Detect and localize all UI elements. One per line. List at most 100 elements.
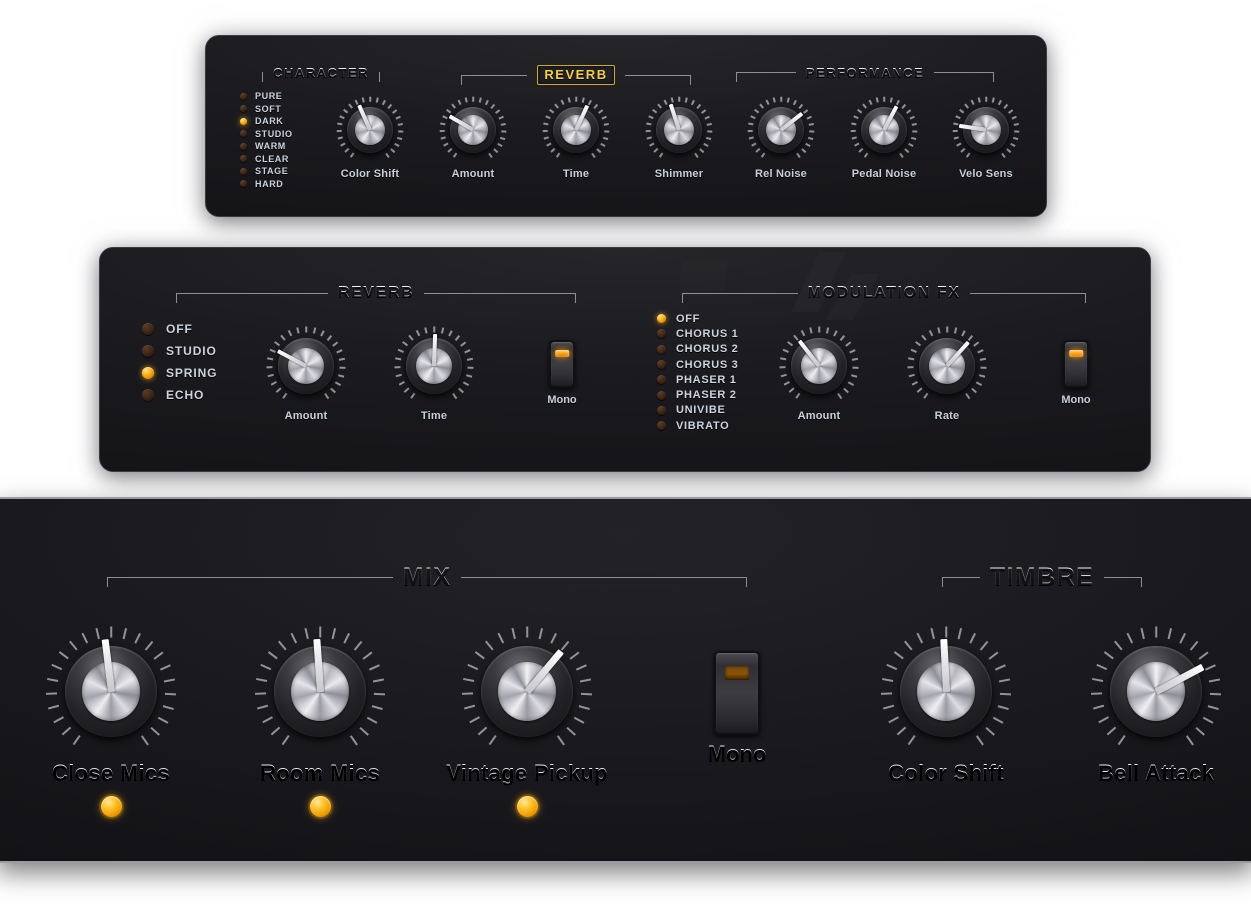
modfx-option-chorus-1[interactable]: CHORUS 1 <box>657 326 738 341</box>
character-option-pure[interactable]: PURE <box>240 90 293 103</box>
character-option-hard[interactable]: HARD <box>240 178 293 191</box>
knob-tick <box>542 130 549 133</box>
rule-left <box>176 292 328 303</box>
modfx-option-phaser-1[interactable]: PHASER 1 <box>657 372 738 387</box>
knob-tick <box>260 664 271 670</box>
reverb-option-studio[interactable]: STUDIO <box>142 340 217 362</box>
modulation-fx-option-list[interactable]: OFF CHORUS 1 CHORUS 2 CHORUS 3 PHASER 1 PHASE… <box>657 311 738 433</box>
reverb-option-echo[interactable]: ECHO <box>142 384 217 406</box>
knob-tick <box>469 716 480 724</box>
knob-tick <box>489 735 497 746</box>
switch-mono-reverb-group: Mono <box>519 340 605 406</box>
knob-tick <box>761 152 766 158</box>
character-option-clear[interactable]: CLEAR <box>240 153 293 166</box>
knob-vintage-pickup-mix-knob[interactable] <box>462 626 592 754</box>
knob-tick <box>851 136 858 140</box>
switch-mono-mix-toggle[interactable] <box>714 651 760 735</box>
character-option-studio[interactable]: STUDIO <box>240 128 293 141</box>
knob-time-p1-knob[interactable] <box>542 96 610 162</box>
modfx-option-chorus-3[interactable]: CHORUS 3 <box>657 357 738 372</box>
knob-tick <box>394 142 400 147</box>
knob-tick <box>600 142 606 147</box>
knob-tick <box>789 387 795 393</box>
knob-tick <box>467 366 474 369</box>
knob-tick <box>907 366 914 369</box>
knob-tick <box>282 735 290 746</box>
knob-close-mics-mix-status-led[interactable] <box>100 796 122 817</box>
reverb-option-off[interactable]: OFF <box>142 318 217 340</box>
knob-rate-modfx-knob[interactable] <box>907 326 987 404</box>
knob-close-mics-mix-knob[interactable] <box>46 626 176 754</box>
knob-tick <box>818 326 820 333</box>
knob-tick <box>850 374 858 378</box>
knob-tick <box>825 327 829 334</box>
modfx-option-phaser-2[interactable]: PHASER 2 <box>657 387 738 402</box>
knob-color-shift-p1-knob[interactable] <box>336 96 404 162</box>
knob-vintage-pickup-mix-status-led[interactable] <box>516 796 538 817</box>
character-option-stage[interactable]: STAGE <box>240 165 293 178</box>
knob-tick <box>47 678 58 682</box>
knob-tick <box>440 327 444 334</box>
knob-tick <box>998 705 1009 710</box>
character-option-warm[interactable]: WARM <box>240 140 293 153</box>
knob-velo-sens-p1-knob[interactable] <box>952 96 1020 162</box>
knob-color-shift-timbre-knob[interactable] <box>881 626 1011 754</box>
knob-bell-attack-timbre-group: Bell Attack <box>1059 626 1251 786</box>
knob-tick <box>908 735 916 746</box>
character-option-soft[interactable]: SOFT <box>240 103 293 116</box>
knob-tick <box>545 115 551 120</box>
modfx-option-chorus-2[interactable]: CHORUS 2 <box>657 342 738 357</box>
knob-tick <box>603 122 609 126</box>
knob-tick <box>439 130 446 133</box>
knob-tick <box>868 99 873 106</box>
knob-tick <box>339 115 345 120</box>
knob-tick <box>748 136 755 140</box>
switch-lamp-icon <box>555 349 569 358</box>
knob-pedal-noise-p1-knob[interactable] <box>850 96 918 162</box>
knob-tick <box>853 115 859 120</box>
knob-room-mics-mix-knob[interactable] <box>255 626 385 754</box>
knob-tick <box>645 130 652 133</box>
knob-tick <box>497 632 504 644</box>
knob-tick <box>1096 664 1107 670</box>
knob-tick <box>1140 628 1145 639</box>
knob-tick <box>462 381 470 386</box>
modfx-option-univibe[interactable]: UNIVIBE <box>657 403 738 418</box>
reverb-option-spring[interactable]: SPRING <box>142 362 217 384</box>
knob-amount-p1-knob[interactable] <box>439 96 507 162</box>
knob-tick <box>800 330 805 337</box>
knob-time-reverb-knob[interactable] <box>394 326 474 404</box>
option-label: CLEAR <box>255 153 289 164</box>
knob-tick <box>410 392 416 399</box>
knob-tick <box>424 327 428 334</box>
character-option-list[interactable]: PURE SOFT DARK STUDIO WARM CLEAR STAGE HARD <box>240 90 293 190</box>
knob-tick <box>556 152 561 158</box>
knob-tick <box>808 122 814 126</box>
modfx-option-off[interactable]: OFF <box>657 311 738 326</box>
knob-amount-modfx-knob[interactable] <box>779 326 859 404</box>
knob-shimmer-p1-knob[interactable] <box>645 96 713 162</box>
knob-room-mics-mix-status-led[interactable] <box>309 796 331 817</box>
knob-tick <box>485 640 493 651</box>
option-label: SOFT <box>255 103 282 114</box>
knob-tick <box>808 130 815 133</box>
knob-tick <box>1001 152 1006 158</box>
knob-bell-attack-timbre-knob[interactable] <box>1091 626 1221 754</box>
modfx-option-vibrato[interactable]: VIBRATO <box>657 418 738 433</box>
led-indicator-icon <box>240 92 247 100</box>
switch-mono-reverb-toggle[interactable] <box>549 340 575 388</box>
switch-mono-modfx-toggle[interactable] <box>1063 340 1089 388</box>
knob-amount-reverb-knob[interactable] <box>266 326 346 404</box>
knob-tick <box>95 628 100 639</box>
character-option-dark[interactable]: DARK <box>240 115 293 128</box>
led-indicator-icon <box>657 421 666 431</box>
knob-vintage-pickup-mix-label: Vintage Pickup <box>430 760 625 786</box>
reverb-option-list[interactable]: OFF STUDIO SPRING ECHO <box>142 318 217 406</box>
led-indicator-icon <box>240 105 247 113</box>
option-label: CHORUS 3 <box>676 358 739 371</box>
knob-tick <box>1092 678 1103 682</box>
knob-color-shift-timbre-label: Color Shift <box>849 760 1044 786</box>
knob-tick <box>160 664 171 670</box>
knob-rel-noise-p1-knob[interactable] <box>747 96 815 162</box>
knob-tick <box>362 651 373 660</box>
